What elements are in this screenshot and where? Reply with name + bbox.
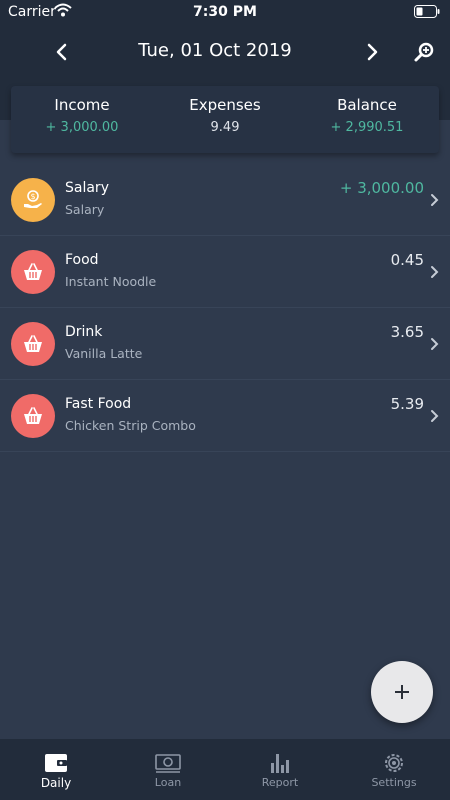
add-transaction-button[interactable] [371,661,433,723]
search-zoom-icon[interactable] [412,40,436,64]
balance-value: + 2,990.51 [330,120,404,135]
transaction-subtitle: Instant Noodle [65,274,157,289]
bar-chart-icon [271,754,289,773]
tab-label: Loan [154,776,182,789]
date-navigation: Tue, 01 Oct 2019 [0,34,450,70]
basket-icon [24,335,42,352]
transaction-amount: + 3,000.00 [339,179,424,197]
category-avatar [11,250,55,294]
transaction-list: $ Salary Salary + 3,000.00 Food Instant … [0,164,450,452]
expenses-label: Expenses [189,96,261,114]
transaction-subtitle: Salary [65,202,105,217]
category-avatar: $ [11,178,55,222]
basket-icon [24,407,42,424]
income-summary: Income + 3,000.00 [11,96,153,135]
tab-daily[interactable]: Daily [0,739,112,800]
transaction-title: Fast Food [65,396,132,412]
transaction-row-salary[interactable]: $ Salary Salary + 3,000.00 [0,164,450,236]
chevron-right-icon [431,194,439,206]
chevron-left-icon[interactable] [50,40,74,64]
chevron-right-icon[interactable] [360,40,384,64]
transaction-title: Salary [65,180,109,196]
wallet-icon [45,754,67,772]
balance-label: Balance [337,96,397,114]
tab-loan[interactable]: Loan [112,739,224,800]
category-avatar [11,394,55,438]
battery-icon [414,5,440,22]
chevron-right-icon [431,266,439,278]
transaction-subtitle: Chicken Strip Combo [65,418,196,433]
transaction-title: Drink [65,324,103,340]
status-time: 7:30 PM [193,4,257,20]
svg-text:$: $ [30,192,35,201]
chevron-right-icon [431,338,439,350]
cash-icon [155,754,181,773]
transaction-title: Food [65,252,99,268]
tab-label: Settings [371,776,417,789]
income-label: Income [54,96,110,114]
current-date: Tue, 01 Oct 2019 [138,40,292,61]
income-value: + 3,000.00 [45,120,119,135]
transaction-subtitle: Vanilla Latte [65,346,143,361]
tab-label: Daily [40,776,72,790]
transaction-amount: 0.45 [390,251,424,269]
tab-settings[interactable]: Settings [338,739,450,800]
transaction-amount: 5.39 [390,395,424,413]
transaction-row-food[interactable]: Food Instant Noodle 0.45 [0,236,450,308]
bottom-tab-bar: Daily Loan Report Settings [0,739,450,800]
expenses-value: 9.49 [210,120,240,135]
money-hand-icon: $ [24,190,42,208]
summary-card: Income + 3,000.00 Expenses 9.49 Balance … [11,86,439,153]
category-avatar [11,322,55,366]
gear-icon [385,754,403,772]
tab-report[interactable]: Report [224,739,336,800]
transaction-amount: 3.65 [390,323,424,341]
status-bar: Carrier 7:30 PM [0,0,450,24]
transaction-row-drink[interactable]: Drink Vanilla Latte 3.65 [0,308,450,380]
tab-label: Report [261,776,299,789]
plus-icon [395,685,409,699]
chevron-right-icon [431,410,439,422]
balance-summary: Balance + 2,990.51 [296,96,438,135]
expenses-summary: Expenses 9.49 [154,96,296,135]
transaction-row-fast-food[interactable]: Fast Food Chicken Strip Combo 5.39 [0,380,450,452]
basket-icon [24,263,42,280]
